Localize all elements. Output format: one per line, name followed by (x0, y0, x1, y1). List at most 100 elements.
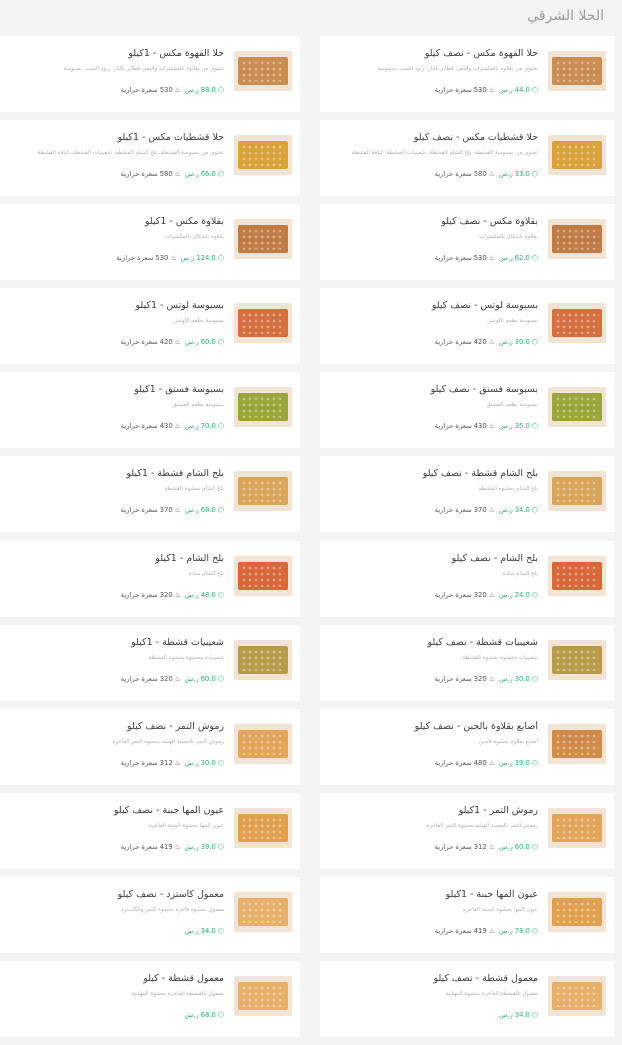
product-image[interactable] (548, 723, 606, 764)
product-meta: ⬡ 30.0 ر.س ♨ 312 سعرة حرارية (121, 759, 224, 767)
product-card[interactable]: معمول قشطة - نصف كيلو معمول بالقشطة الفا… (320, 961, 614, 1038)
price-tag-icon: ⬡ (217, 254, 224, 263)
product-card[interactable]: بسبوسة لوتس - 1كيلو بسبوسة بطعم اللوتس ⬡… (0, 288, 300, 365)
product-card[interactable]: شعيبيات قشطة - 1كيلو شعيبيات محشوة بحشوة… (0, 624, 300, 701)
calories: ♨ 430 سعرة حرارية (121, 422, 181, 430)
product-image[interactable] (234, 219, 292, 260)
product-card[interactable]: بلح الشام قشطة - 1كيلو بلح الشام بحشوة ا… (0, 456, 300, 533)
product-card[interactable]: حلا قشطيات مكس - نصف كيلو تحتوي من بسبوس… (320, 120, 614, 197)
product-card[interactable]: حلا القهوة مكس - نصف كيلو تحتوي من بقلاو… (320, 36, 614, 112)
product-image[interactable] (548, 219, 606, 260)
product-name[interactable]: شعيبيات قشطة - نصف كيلو (328, 637, 538, 648)
calories-label: سعرة حرارية (434, 506, 472, 515)
product-card[interactable]: عيون المها جبنة - نصف كيلو عيون المها بح… (0, 792, 300, 869)
price-tag-icon: ⬡ (531, 842, 538, 851)
price-value: 70.0 (200, 422, 216, 431)
product-card[interactable]: بلح الشام - 1كيلو بلح الشام سادة ⬡ 48.0 … (0, 540, 300, 617)
product-image[interactable] (234, 471, 292, 512)
product-card[interactable]: رموش التمر - نصف كيلو رموش التمر بالعجين… (0, 708, 300, 785)
product-image[interactable] (234, 639, 292, 680)
product-name[interactable]: حلا القهوة مكس - 1كيلو (8, 48, 224, 59)
product-card[interactable]: بسبوسة فستق - نصف كيلو بسبوسة بطعم الفست… (320, 372, 614, 449)
product-card[interactable]: حلا قشطيات مكس - 1كيلو تحتوي من بسبوسة ا… (0, 120, 300, 197)
product-name[interactable]: بقلاوة مكس - نصف كيلو (328, 216, 538, 227)
product-name[interactable]: رموش التمر - نصف كيلو (8, 721, 224, 732)
price-value: 44.0 (514, 86, 530, 94)
calories-label: سعرة حرارية (120, 590, 158, 599)
product-card[interactable]: عيون المها جبنة - 1كيلو عيون المها بحشوة… (320, 876, 614, 953)
product-name[interactable]: أصابع بقلاوة بالجبن - نصف كيلو (328, 721, 538, 732)
product-meta: ⬡ 78.0 ر.س ♨ 419 سعرة حرارية (435, 927, 538, 935)
price-tag-icon: ⬡ (217, 758, 224, 767)
product-name[interactable]: حلا القهوة مكس - نصف كيلو (328, 48, 538, 59)
product-card[interactable]: حلا القهوة مكس - 1كيلو تحتوي من بقلاوة ب… (0, 36, 300, 112)
product-card[interactable]: بلح الشام - نصف كيلو بلح الشام سادة ⬡ 24… (320, 540, 614, 617)
product-name[interactable]: حلا قشطيات مكس - 1كيلو (8, 132, 224, 143)
product-card[interactable]: شعيبيات قشطة - نصف كيلو شعيبيات محشوة بح… (320, 624, 614, 701)
product-name[interactable]: بسبوسة فستق - 1كيلو (8, 384, 224, 395)
product-name[interactable]: بلح الشام قشطة - نصف كيلو (328, 468, 538, 479)
product-description: تحتوي من بسبوسة القشطة، بلح الشام القشطة… (351, 150, 538, 157)
calories: ♨ 419 سعرة حرارية (121, 843, 181, 851)
flame-icon: ♨ (488, 254, 495, 263)
product-meta: ⬡ 88.0 ر.س ♨ 530 سعرة حرارية (121, 86, 224, 94)
currency-label: ر.س (498, 758, 513, 767)
price-tag-icon: ⬡ (217, 590, 224, 599)
product-image[interactable] (548, 303, 606, 344)
product-name[interactable]: بسبوسة فستق - نصف كيلو (328, 384, 538, 395)
product-description: بلح الشام بحشوة القشطة (478, 486, 538, 493)
product-card[interactable]: رموش التمر - 1كيلو رموش التمر بالعجينة ا… (320, 792, 614, 869)
product-card[interactable]: بسبوسة لوتس - نصف كيلو بسبوسة بطعم اللوت… (320, 288, 614, 365)
calories: ♨ 419 سعرة حرارية (435, 927, 495, 935)
product-name[interactable]: حلا قشطيات مكس - نصف كيلو (328, 132, 538, 143)
product-image[interactable] (548, 639, 606, 680)
product-image[interactable] (234, 891, 292, 932)
product-image[interactable] (548, 891, 606, 932)
product-name[interactable]: عيون المها جبنة - نصف كيلو (8, 805, 224, 816)
product-card[interactable]: بقلاوة مكس - 1كيلو بقلاوة بأشكال بالمكسر… (0, 204, 300, 281)
product-name[interactable]: بلح الشام - نصف كيلو (328, 553, 538, 564)
product-name[interactable]: معمول قشطة - كيلو (8, 973, 224, 984)
currency-label: ر.س (184, 926, 199, 935)
product-image[interactable] (548, 555, 606, 596)
product-name[interactable]: رموش التمر - 1كيلو (328, 805, 538, 816)
product-image[interactable] (234, 135, 292, 176)
product-name[interactable]: شعيبيات قشطة - 1كيلو (8, 637, 224, 648)
product-image[interactable] (548, 387, 606, 428)
product-card[interactable]: أصابع بقلاوة بالجبن - نصف كيلو أصابع بقل… (320, 708, 614, 785)
product-name[interactable]: بلح الشام - 1كيلو (8, 553, 224, 564)
product-image[interactable] (548, 135, 606, 176)
product-image[interactable] (548, 471, 606, 512)
product-name[interactable]: بسبوسة لوتس - نصف كيلو (328, 300, 538, 311)
product-description: معمول بحشوة فاخرة بحشوة التمر والكاسترد (121, 906, 224, 913)
calories-value: 420 (473, 338, 487, 347)
flame-icon: ♨ (174, 170, 181, 179)
product-name[interactable]: عيون المها جبنة - 1كيلو (328, 889, 538, 900)
calories-label: سعرة حرارية (434, 842, 472, 851)
product-card[interactable]: معمول قشطة - كيلو معمول بالقشطة الفاخرة … (0, 961, 300, 1038)
product-name[interactable]: بقلاوة مكس - 1كيلو (8, 216, 224, 227)
product-description: تحتوي من بقلاوة بالمكسرات والتمر، فطاير … (63, 66, 224, 72)
product-name[interactable]: معمول قشطة - نصف كيلو (328, 973, 538, 984)
price-value: 66.0 (200, 170, 216, 179)
product-image[interactable] (548, 976, 606, 1017)
product-image[interactable] (234, 51, 292, 91)
product-image[interactable] (234, 387, 292, 428)
product-card[interactable]: بلح الشام قشطة - نصف كيلو بلح الشام بحشو… (320, 456, 614, 533)
product-image[interactable] (234, 723, 292, 764)
product-name[interactable]: بلح الشام قشطة - 1كيلو (8, 468, 224, 479)
product-image[interactable] (234, 303, 292, 344)
product-name[interactable]: بسبوسة لوتس - 1كيلو (8, 300, 225, 311)
product-image[interactable] (234, 976, 292, 1017)
product-card[interactable]: بسبوسة فستق - 1كيلو بسبوسة بطعم الفستق ⬡… (0, 372, 300, 449)
product-meta: ⬡ 34.0 ر.س (185, 927, 224, 935)
product-card[interactable]: معمول كاسترد - نصف كيلو معمول بحشوة فاخر… (0, 876, 300, 953)
product-image[interactable] (548, 807, 606, 848)
dessert-tray-image (238, 141, 288, 170)
product-card[interactable]: بقلاوة مكس - نصف كيلو بقلاوة بأشكال بالم… (320, 204, 614, 281)
product-image[interactable] (234, 807, 292, 848)
product-image[interactable] (234, 555, 292, 596)
product-image[interactable] (548, 51, 606, 91)
product-name[interactable]: معمول كاسترد - نصف كيلو (8, 889, 224, 900)
price-value: 60.0 (200, 338, 216, 347)
